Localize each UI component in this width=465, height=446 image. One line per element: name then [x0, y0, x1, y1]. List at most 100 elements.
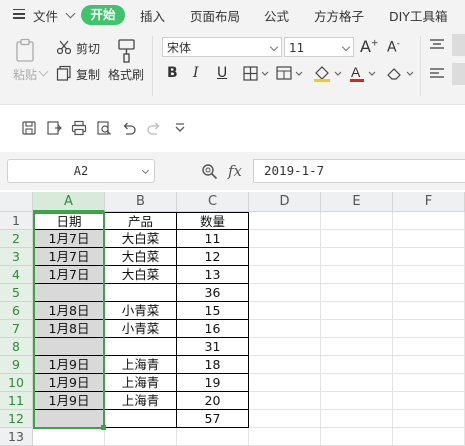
cell-a13[interactable] — [33, 428, 105, 446]
cell-f4[interactable] — [393, 266, 465, 284]
cell-f5[interactable] — [393, 284, 465, 302]
cell-a8[interactable] — [33, 338, 105, 356]
cell-b6[interactable]: 小青菜 — [105, 302, 177, 320]
borders-icon[interactable] — [243, 66, 269, 82]
cut-button[interactable]: 剪切 — [76, 40, 100, 57]
cell-d4[interactable] — [249, 266, 321, 284]
cell-b5[interactable] — [105, 284, 177, 302]
cell-a9[interactable]: 1月9日 — [33, 356, 105, 374]
cell-a10[interactable]: 1月9日 — [33, 374, 105, 392]
cell-d11[interactable] — [249, 392, 321, 410]
italic-button[interactable]: I — [193, 65, 199, 81]
tab-insert[interactable]: 插入 — [140, 6, 165, 25]
cell-e10[interactable] — [321, 374, 393, 392]
tab-formula[interactable]: 公式 — [264, 6, 289, 25]
name-box[interactable]: A2 — [7, 159, 155, 183]
cell-f13[interactable] — [393, 428, 465, 446]
align-center-button[interactable] — [452, 63, 465, 85]
zoom-lookup-icon[interactable] — [201, 163, 219, 181]
format-painter-icon[interactable] — [115, 38, 139, 64]
row-header-1[interactable]: 1 — [0, 212, 33, 230]
row-header-9[interactable]: 9 — [0, 356, 33, 374]
cell-e4[interactable] — [321, 266, 393, 284]
cell-f7[interactable] — [393, 320, 465, 338]
cell-e1[interactable] — [321, 212, 393, 230]
cell-e7[interactable] — [321, 320, 393, 338]
cell-f8[interactable] — [393, 338, 465, 356]
save-icon[interactable] — [21, 120, 37, 136]
cell-a1[interactable]: 日期 — [33, 212, 105, 230]
hamburger-menu-icon[interactable] — [13, 9, 25, 19]
cell-a3[interactable]: 1月7日 — [33, 248, 105, 266]
tab-page-layout[interactable]: 页面布局 — [190, 6, 240, 25]
cell-a5[interactable] — [33, 284, 105, 302]
cell-f2[interactable] — [393, 230, 465, 248]
row-header-11[interactable]: 11 — [0, 392, 33, 410]
cell-e3[interactable] — [321, 248, 393, 266]
paste-icon[interactable] — [14, 38, 38, 64]
print-icon[interactable] — [71, 120, 87, 136]
row-header-13[interactable]: 13 — [0, 428, 33, 446]
cell-b13[interactable] — [105, 428, 177, 446]
column-header-d[interactable]: D — [249, 192, 321, 212]
cell-e13[interactable] — [321, 428, 393, 446]
formula-input[interactable]: 2019-1-7 — [253, 159, 465, 183]
cell-f10[interactable] — [393, 374, 465, 392]
row-header-7[interactable]: 7 — [0, 320, 33, 338]
cell-d1[interactable] — [249, 212, 321, 230]
cell-d5[interactable] — [249, 284, 321, 302]
cell-e8[interactable] — [321, 338, 393, 356]
cell-a4[interactable]: 1月7日 — [33, 266, 105, 284]
cell-f12[interactable] — [393, 410, 465, 428]
paste-button[interactable]: 粘贴 — [13, 66, 37, 83]
bold-button[interactable]: B — [167, 65, 178, 81]
font-name-select[interactable]: 宋体 — [162, 37, 282, 57]
align-middle-button[interactable] — [452, 34, 465, 56]
cell-e2[interactable] — [321, 230, 393, 248]
cell-c9[interactable]: 18 — [177, 356, 249, 374]
cell-d8[interactable] — [249, 338, 321, 356]
cell-c4[interactable]: 13 — [177, 266, 249, 284]
cell-c5[interactable]: 36 — [177, 284, 249, 302]
file-dropdown-chevron-icon[interactable] — [65, 8, 76, 19]
cell-a7[interactable]: 1月8日 — [33, 320, 105, 338]
cell-c7[interactable]: 16 — [177, 320, 249, 338]
align-left-icon[interactable] — [429, 68, 445, 80]
cell-d7[interactable] — [249, 320, 321, 338]
row-header-12[interactable]: 12 — [0, 410, 33, 428]
cell-b10[interactable]: 上海青 — [105, 374, 177, 392]
row-header-4[interactable]: 4 — [0, 266, 33, 284]
cell-a12[interactable] — [33, 410, 105, 428]
print-preview-icon[interactable] — [96, 120, 112, 136]
cell-b2[interactable]: 大白菜 — [105, 230, 177, 248]
cell-b9[interactable]: 上海青 — [105, 356, 177, 374]
shrink-font-button[interactable]: A- — [387, 39, 400, 56]
format-painter-button[interactable]: 格式刷 — [108, 66, 144, 83]
cell-c6[interactable]: 15 — [177, 302, 249, 320]
cell-e9[interactable] — [321, 356, 393, 374]
cell-e5[interactable] — [321, 284, 393, 302]
cell-c11[interactable]: 20 — [177, 392, 249, 410]
row-header-3[interactable]: 3 — [0, 248, 33, 266]
undo-icon[interactable] — [121, 120, 137, 136]
fx-insert-function-icon[interactable]: fx — [228, 162, 242, 180]
cell-d13[interactable] — [249, 428, 321, 446]
cell-b12[interactable] — [105, 410, 177, 428]
cell-b7[interactable]: 小青菜 — [105, 320, 177, 338]
cell-f3[interactable] — [393, 248, 465, 266]
cell-f11[interactable] — [393, 392, 465, 410]
cell-e12[interactable] — [321, 410, 393, 428]
fill-color-icon[interactable] — [312, 64, 342, 84]
customize-toolbar-chevron-icon[interactable] — [172, 120, 188, 136]
tab-diy-toolbox[interactable]: DIY工具箱 — [389, 6, 447, 25]
font-size-select[interactable]: 11 — [284, 37, 354, 57]
cell-b11[interactable]: 上海青 — [105, 392, 177, 410]
cell-d12[interactable] — [249, 410, 321, 428]
cell-c8[interactable]: 31 — [177, 338, 249, 356]
row-header-8[interactable]: 8 — [0, 338, 33, 356]
cell-c12[interactable]: 57 — [177, 410, 249, 428]
row-header-2[interactable]: 2 — [0, 230, 33, 248]
cell-b8[interactable] — [105, 338, 177, 356]
cell-f9[interactable] — [393, 356, 465, 374]
underline-button[interactable]: U — [217, 65, 227, 81]
